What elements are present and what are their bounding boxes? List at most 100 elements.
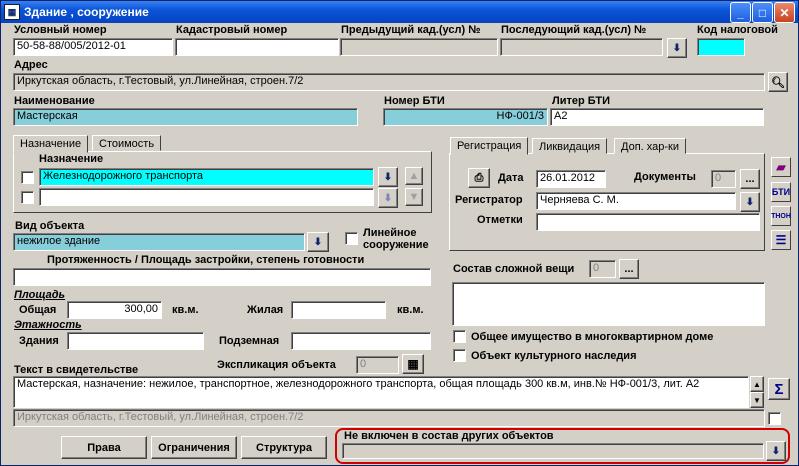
arrow-down-icon: ⬇ (313, 236, 323, 248)
certificate-text[interactable]: Мастерская, назначение: нежилое, транспо… (13, 376, 749, 408)
extent-field[interactable] (13, 268, 431, 286)
date-field[interactable]: 26.01.2012 (536, 170, 606, 188)
marks-field[interactable] (536, 213, 760, 231)
purpose-row1-field[interactable]: Железнодорожного транспорта (39, 168, 374, 186)
object-type-field[interactable]: нежилое здание (13, 233, 305, 251)
structure-button[interactable]: Структура (241, 436, 327, 459)
liter-label: Литер БТИ (552, 95, 611, 107)
common-property-label: Общее имущество в многоквартирном доме (471, 331, 714, 343)
table-icon: ▦ (407, 357, 419, 371)
area-total-label: Общая (19, 304, 57, 316)
cad-num-field[interactable] (175, 38, 339, 56)
object-type-dropdown[interactable]: ⬇ (307, 232, 329, 252)
scroll-down-button[interactable]: ▼ (405, 188, 423, 206)
magnifier-icon: 🔍︎ (771, 76, 785, 89)
registrar-dropdown[interactable]: ⬇ (740, 192, 760, 212)
name-field[interactable]: Мастерская (13, 108, 358, 126)
name-label: Наименование (14, 95, 95, 107)
window-title: Здание , сооружение (24, 5, 149, 19)
common-property-checkbox[interactable] (453, 330, 466, 343)
ton-icon[interactable]: ТНОН (771, 206, 791, 226)
address-label: Адрес (14, 59, 48, 71)
area-total-field[interactable]: 300,00 (67, 301, 162, 319)
bti-num-label: Номер БТИ (384, 95, 445, 107)
tab-cost[interactable]: Стоимость (92, 135, 162, 151)
linear-label-1: Линейное (363, 227, 417, 239)
arrow-down-icon: ⬇ (383, 171, 393, 183)
marks-label: Отметки (477, 214, 523, 226)
explication-button[interactable]: ▦ (402, 354, 424, 374)
floors-under-field[interactable] (291, 332, 431, 350)
scroll-up-button[interactable]: ▲ (405, 167, 423, 185)
arrow-up-icon: ▲ (408, 170, 420, 182)
close-button[interactable]: ✕ (774, 2, 795, 23)
certificate-scroll-up[interactable]: ▲ (750, 376, 764, 392)
bti-icon[interactable]: БТИ (771, 182, 791, 202)
complex-more-button[interactable]: ... (619, 259, 639, 279)
address-edit-button[interactable]: 🔍︎ (768, 72, 788, 92)
arrow-down-icon: ⬇ (771, 445, 781, 457)
arrow-down-icon: ⬇ (745, 196, 755, 208)
tax-code-field[interactable] (697, 38, 745, 56)
parent-object-field[interactable] (342, 443, 764, 459)
area-living-field[interactable] (291, 301, 386, 319)
address-field[interactable]: Иркутская область, г.Тестовый, ул.Линейн… (13, 73, 765, 91)
minimize-button[interactable]: _ (730, 2, 751, 23)
complex-count: 0 (589, 260, 616, 278)
main-window: ▦ Здание , сооружение _ □ ✕ Условный ном… (0, 0, 799, 466)
title-bar: ▦ Здание , сооружение _ □ ✕ (1, 1, 798, 23)
floors-bld-label: Здания (19, 335, 59, 347)
next-cad-field[interactable] (500, 38, 663, 56)
complex-list[interactable] (452, 282, 765, 326)
maximize-button[interactable]: □ (752, 2, 773, 23)
heritage-checkbox[interactable] (453, 349, 466, 362)
documents-label: Документы (634, 171, 696, 183)
stamp-icon: ⎙ (474, 171, 484, 184)
area-group-label: Площадь (14, 289, 66, 301)
bti-num-field[interactable]: НФ-001/3 (383, 108, 548, 126)
list-icon[interactable]: ☰ (771, 230, 791, 250)
explication-count: 0 (356, 356, 399, 374)
certificate-address-checkbox[interactable] (768, 412, 781, 425)
arrow-down-icon: ⬇ (672, 42, 682, 54)
book-icon[interactable]: ▰ (771, 157, 791, 177)
linear-checkbox[interactable] (345, 232, 358, 245)
purpose-heading: Назначение (39, 153, 104, 165)
rights-button[interactable]: Права (61, 436, 147, 459)
linear-label-2: сооружение (363, 239, 429, 251)
date-label: Дата (498, 172, 524, 184)
registrar-label: Регистратор (455, 194, 523, 206)
next-cad-dropdown-button[interactable]: ⬇ (667, 38, 687, 58)
arrow-down-icon: ▼ (408, 191, 420, 203)
parent-object-dropdown[interactable]: ⬇ (766, 441, 786, 461)
object-type-label: Вид объекта (15, 220, 85, 232)
explication-label: Экспликация объекта (217, 359, 336, 371)
purpose-row2-field[interactable] (39, 188, 374, 206)
registration-print-button[interactable]: ⎙ (468, 168, 490, 188)
purpose-row2-dropdown[interactable]: ⬇ (378, 188, 398, 208)
area-unit2-label: кв.м. (397, 304, 424, 316)
cond-num-field[interactable]: 50-58-88/005/2012-01 (13, 38, 173, 56)
limits-button[interactable]: Ограничения (151, 436, 237, 459)
tab-liquidation[interactable]: Ликвидация (532, 138, 608, 154)
liter-field[interactable]: А2 (550, 108, 764, 126)
tab-purpose[interactable]: Назначение (13, 135, 89, 153)
tab-additional[interactable]: Доп. хар-ки (614, 138, 686, 154)
floors-group-label: Этажность (14, 319, 82, 331)
floors-bld-field[interactable] (67, 332, 204, 350)
tax-code-label: Код налоговой (697, 24, 778, 36)
documents-more-button[interactable]: ... (740, 169, 760, 189)
certificate-scroll-down[interactable]: ▼ (750, 392, 764, 408)
sigma-button[interactable]: Σ (768, 378, 790, 400)
purpose-row2-checkbox[interactable] (21, 191, 34, 204)
registrar-field[interactable]: Черняева С. М. (536, 192, 736, 210)
extent-label: Протяженность / Площадь застройки, степе… (47, 254, 365, 266)
prev-cad-field[interactable] (340, 38, 498, 56)
purpose-row1-checkbox[interactable] (21, 171, 34, 184)
building-app-icon: ▦ (4, 4, 20, 20)
arrow-down-icon: ▼ (753, 395, 761, 405)
purpose-row1-dropdown[interactable]: ⬇ (378, 167, 398, 187)
tab-registration[interactable]: Регистрация (450, 137, 529, 155)
certificate-address: Иркутская область, г.Тестовый, ул.Линейн… (13, 409, 765, 427)
parent-object-label: Не включен в состав других объектов (344, 430, 554, 442)
